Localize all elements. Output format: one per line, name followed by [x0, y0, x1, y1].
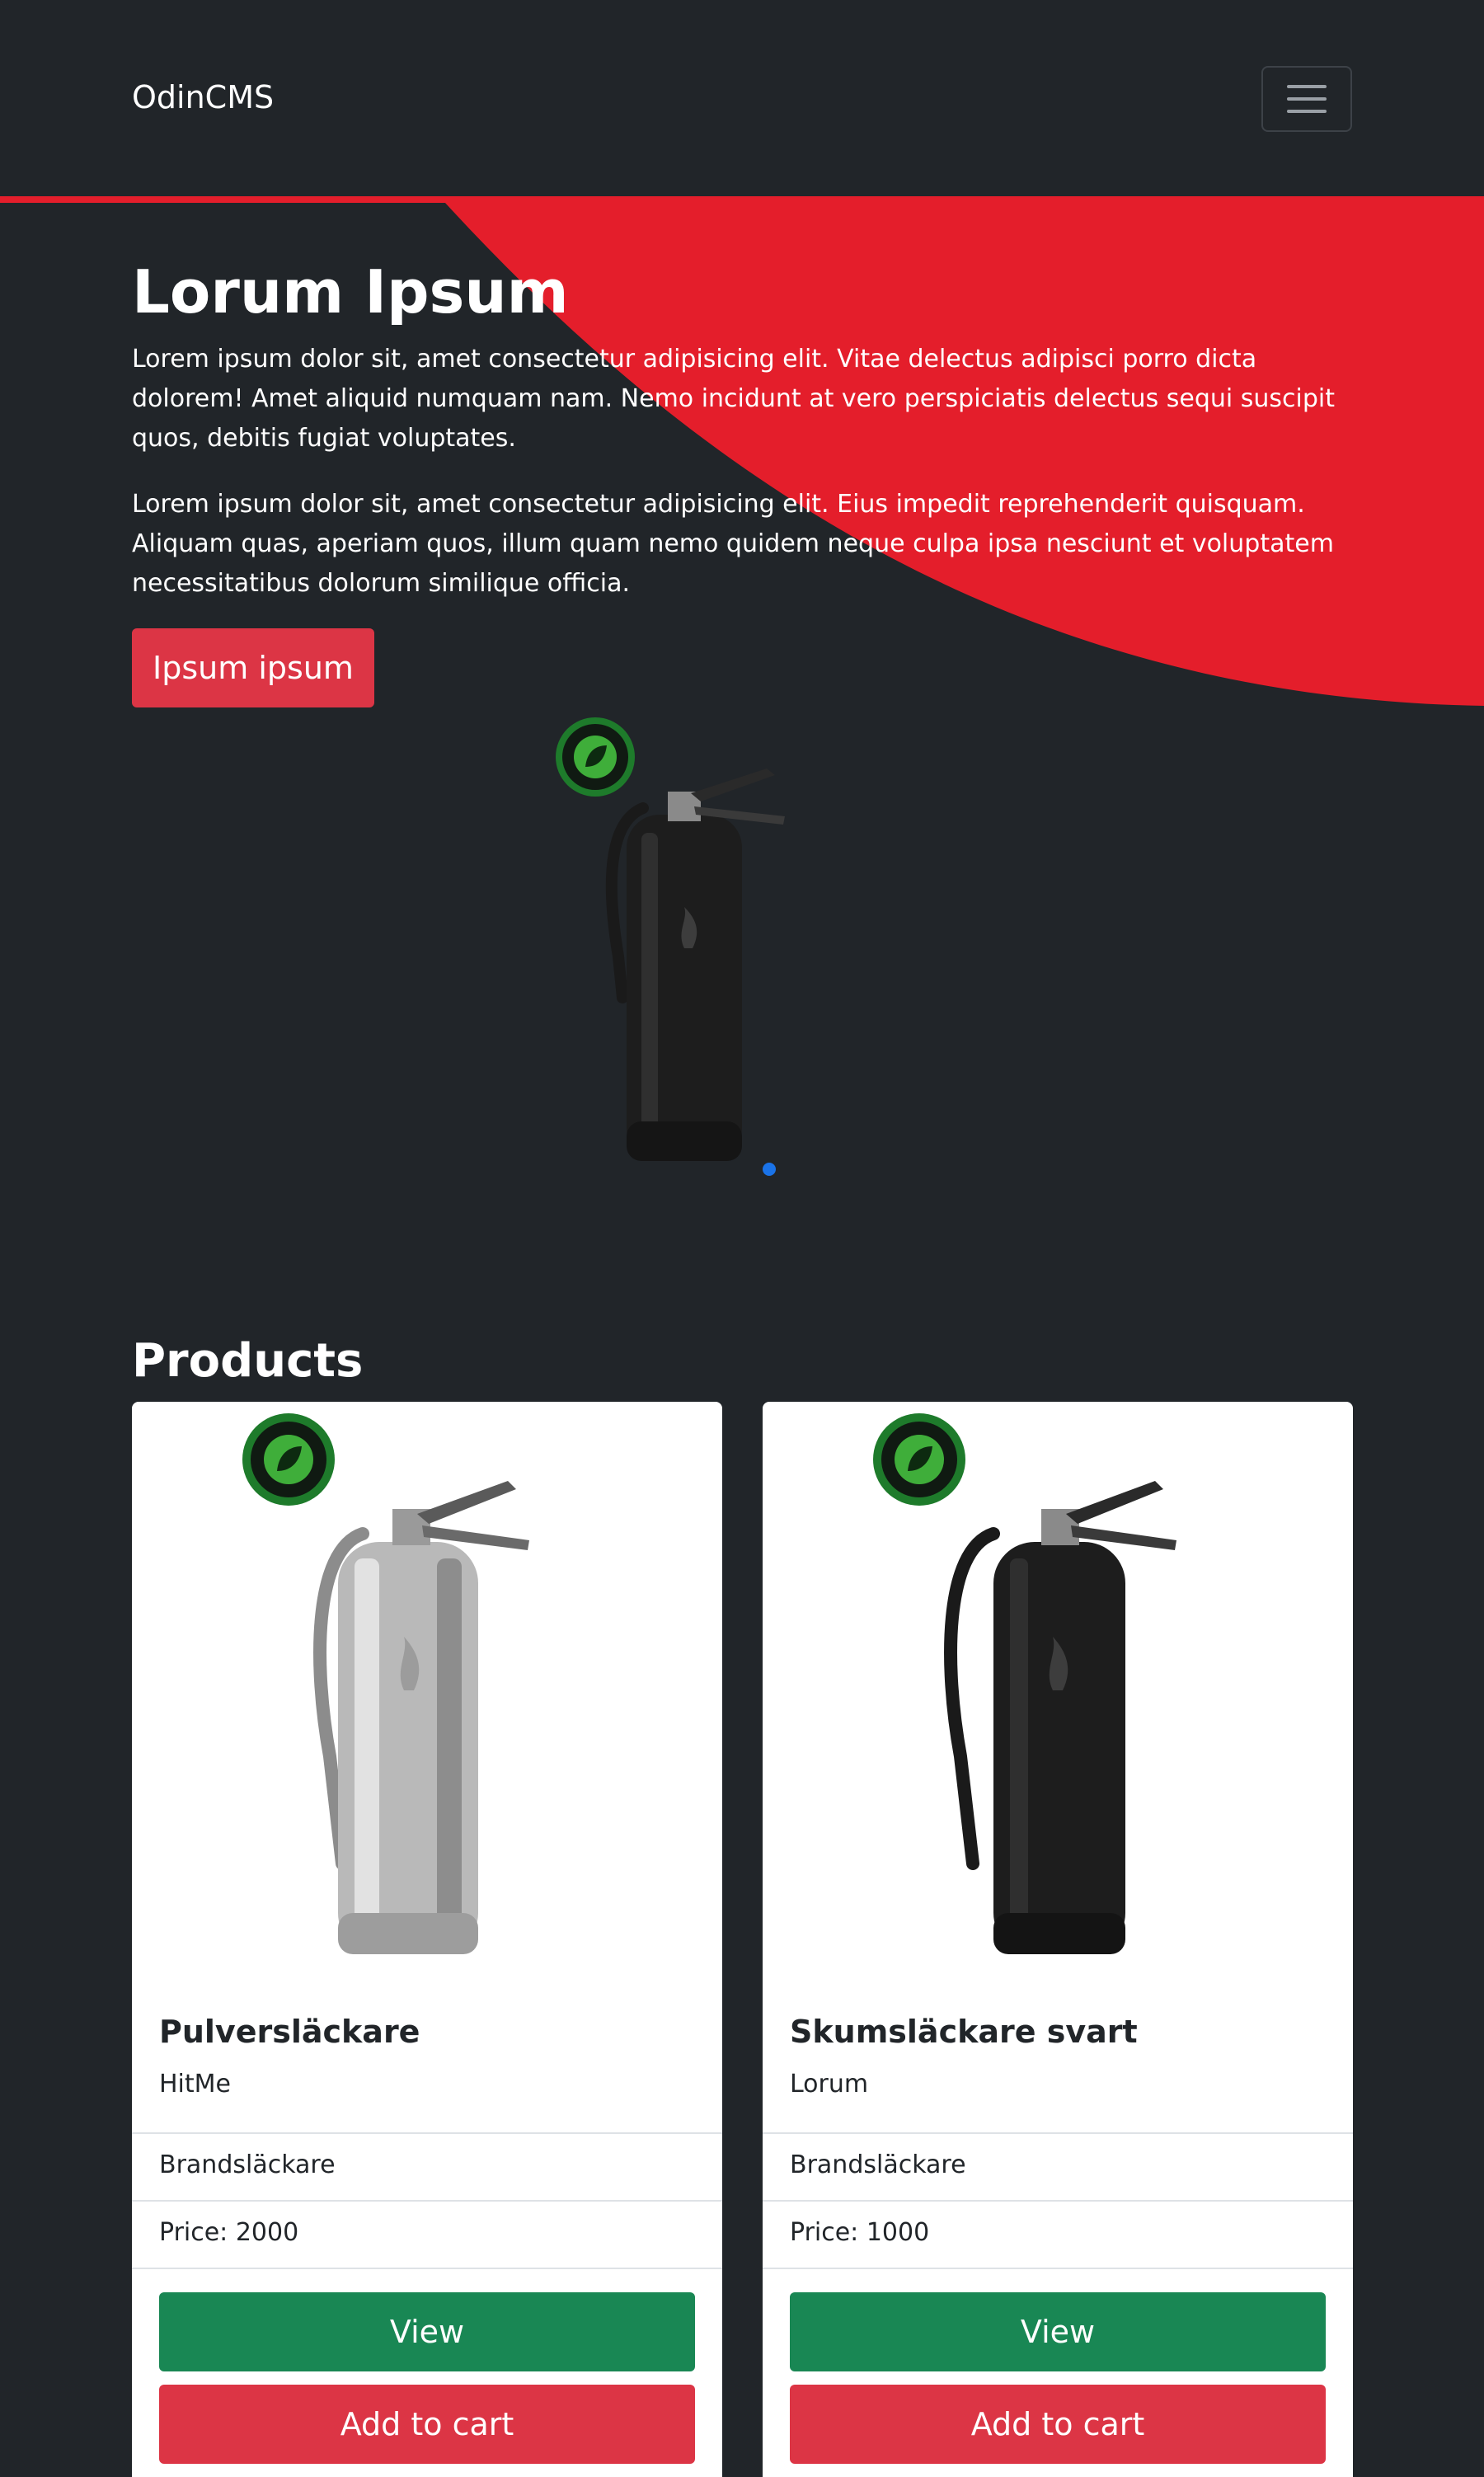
hero-title: Lorum Ipsum	[132, 257, 569, 327]
hamburger-icon	[1287, 85, 1327, 88]
environmental-badge-icon	[873, 1413, 965, 1506]
product-card: Pulversläckare HitMe Brandsläckare Price…	[132, 1402, 722, 2477]
divider	[763, 2268, 1353, 2269]
product-price: Price: 2000	[159, 2218, 299, 2247]
divider	[763, 2132, 1353, 2134]
menu-toggle-button[interactable]	[1261, 66, 1352, 132]
hero-cta-button[interactable]: Ipsum ipsum	[132, 628, 374, 707]
divider	[132, 2268, 722, 2269]
black-fire-extinguisher-image[interactable]	[862, 1402, 1257, 1987]
product-brand: Lorum	[790, 2070, 869, 2099]
product-brand: HitMe	[159, 2070, 231, 2099]
product-name: Pulversläckare	[159, 2014, 420, 2050]
carousel-indicator[interactable]	[763, 1163, 776, 1176]
view-button[interactable]: View	[159, 2292, 695, 2371]
carousel-extinguisher-image[interactable]	[544, 709, 824, 1187]
hero-paragraph-2: Lorem ipsum dolor sit, amet consectetur …	[132, 490, 1334, 598]
product-category: Brandsläckare	[159, 2150, 336, 2179]
brand-link[interactable]: OdinCMS	[132, 79, 274, 115]
view-button[interactable]: View	[790, 2292, 1326, 2371]
products-title: Products	[132, 1334, 364, 1388]
silver-fire-extinguisher-image[interactable]	[231, 1402, 627, 1987]
navbar: OdinCMS	[0, 0, 1484, 198]
divider	[132, 2132, 722, 2134]
environmental-badge-icon	[556, 717, 635, 797]
hamburger-line	[1287, 97, 1327, 101]
product-price: Price: 1000	[790, 2218, 930, 2247]
divider	[763, 2200, 1353, 2202]
add-to-cart-button[interactable]: Add to cart	[159, 2385, 695, 2464]
hero-paragraph-1: Lorem ipsum dolor sit, amet consectetur …	[132, 345, 1335, 453]
add-to-cart-button[interactable]: Add to cart	[790, 2385, 1326, 2464]
divider	[132, 2200, 722, 2202]
product-name: Skumsläckare svart	[790, 2014, 1138, 2050]
environmental-badge-icon	[242, 1413, 335, 1506]
product-category: Brandsläckare	[790, 2150, 966, 2179]
product-card: Skumsläckare svart Lorum Brandsläckare P…	[763, 1402, 1353, 2477]
hamburger-line	[1287, 110, 1327, 113]
